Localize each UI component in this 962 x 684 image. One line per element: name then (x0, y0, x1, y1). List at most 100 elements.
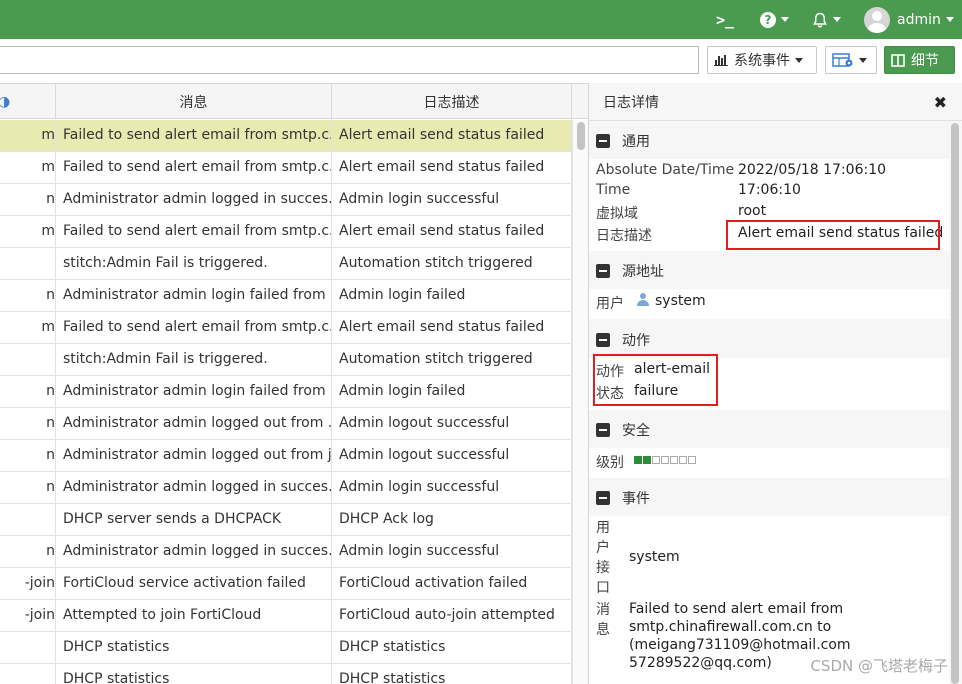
chevron-down-icon (781, 17, 789, 22)
absolute-datetime-value: 2022/05/18 17:06:10 (738, 162, 887, 178)
help-menu-button[interactable]: ? (760, 0, 789, 39)
cell-message: Administrator admin logged out from ... (56, 408, 332, 440)
table-row[interactable]: n Administrator admin login failed from .… (0, 376, 572, 408)
table-row[interactable]: m Failed to send alert email from smtp.c.… (0, 312, 572, 344)
level-box (634, 456, 642, 464)
message-line: smtp.chinafirewall.com.cn to (629, 619, 832, 635)
user-name: admin (897, 11, 941, 28)
cell-message: Failed to send alert email from smtp.c..… (56, 216, 332, 248)
view-options-dropdown[interactable] (825, 46, 877, 74)
event-type-dropdown[interactable]: 系统事件 (707, 46, 817, 74)
table-row[interactable]: -join Attempted to join FortiCloud FortiCl… (0, 600, 572, 632)
search-input[interactable] (0, 46, 699, 74)
cell-source: n (0, 184, 56, 216)
panel-header: 日志详情 ✖ (589, 83, 962, 121)
collapse-icon (596, 423, 610, 437)
table-row[interactable]: n Administrator admin login failed from .… (0, 280, 572, 312)
table-row[interactable]: -join FortiCloud service activation faile… (0, 568, 572, 600)
table-row[interactable]: m Failed to send alert email from smtp.c.… (0, 216, 572, 248)
section-general-header[interactable]: 通用 (589, 123, 949, 159)
table-settings-icon (832, 53, 853, 67)
level-box (679, 456, 687, 464)
message-label: 消 息 (596, 600, 610, 640)
bell-icon (813, 12, 827, 27)
cell-log-description: DHCP Ack log (332, 504, 572, 536)
cli-console-button[interactable]: >_ (716, 0, 734, 39)
cell-log-description: Admin logout successful (332, 440, 572, 472)
table-row[interactable]: m Failed to send alert email from smtp.c.… (0, 120, 572, 152)
table-row[interactable]: stitch:Admin Fail is triggered. Automatio… (0, 248, 572, 280)
table-row[interactable]: n Administrator admin logged out from ...… (0, 408, 572, 440)
cell-message: stitch:Admin Fail is triggered. (56, 344, 332, 376)
panel-icon (891, 53, 905, 67)
sort-icon: ◑ (0, 94, 10, 110)
top-bar: >_ ? admin (0, 0, 962, 39)
cell-source (0, 504, 56, 536)
cell-log-description: Admin login successful (332, 472, 572, 504)
time-value: 17:06:10 (738, 182, 801, 198)
cell-log-description: Alert email send status failed (332, 152, 572, 184)
table-row[interactable]: n Administrator admin logged in succes...… (0, 184, 572, 216)
table-scrollbar[interactable] (572, 120, 588, 684)
table-row[interactable]: n Administrator admin logged out from j..… (0, 440, 572, 472)
level-box (688, 456, 696, 464)
table-row[interactable]: n Administrator admin logged in succes...… (0, 472, 572, 504)
cell-source (0, 664, 56, 684)
close-icon[interactable]: ✖ (934, 93, 947, 112)
cell-log-description: Admin logout successful (332, 408, 572, 440)
cell-message: Failed to send alert email from smtp.c..… (56, 152, 332, 184)
panel-scrollbar[interactable] (949, 123, 961, 684)
user-menu-button[interactable]: admin (864, 0, 954, 39)
cell-source: -join (0, 600, 56, 632)
question-circle-icon: ? (760, 11, 776, 28)
column-header-source[interactable]: ◑ (0, 84, 56, 119)
table-row[interactable]: DHCP statistics DHCP statistics (0, 632, 572, 664)
cell-source: m (0, 216, 56, 248)
vdom-value: root (738, 203, 767, 219)
table-row[interactable]: DHCP server sends a DHCPACK DHCP Ack log (0, 504, 572, 536)
section-event-header[interactable]: 事件 (589, 480, 949, 516)
section-action-header[interactable]: 动作 (589, 322, 949, 358)
collapse-icon (596, 491, 610, 505)
section-security-body: 级别 (589, 448, 949, 478)
column-header-message[interactable]: 消息 (56, 84, 332, 119)
table-body: m Failed to send alert email from smtp.c.… (0, 120, 572, 684)
user-value: system (655, 293, 706, 309)
cell-log-description: DHCP statistics (332, 632, 572, 664)
log-details-panel: 日志详情 ✖ 通用 Absolute Date/Time 2022/05/18 … (588, 83, 962, 684)
notifications-button[interactable] (812, 0, 841, 39)
cell-message: DHCP server sends a DHCPACK (56, 504, 332, 536)
cell-message: Failed to send alert email from smtp.c..… (56, 120, 332, 152)
section-event-title: 事件 (622, 491, 650, 507)
cell-source: -join (0, 568, 56, 600)
cell-log-description: Alert email send status failed (332, 216, 572, 248)
vdom-label: 虚拟域 (596, 206, 638, 222)
bar-chart-icon (714, 55, 728, 66)
cell-source (0, 632, 56, 664)
table-scrollbar-thumb[interactable] (577, 122, 585, 150)
section-source-header[interactable]: 源地址 (589, 253, 949, 289)
cell-message: Failed to send alert email from smtp.c..… (56, 312, 332, 344)
table-row[interactable]: m Failed to send alert email from smtp.c.… (0, 152, 572, 184)
cell-source: m (0, 152, 56, 184)
panel-title: 日志详情 (603, 94, 659, 111)
details-toggle-button[interactable]: 细节 (884, 46, 955, 74)
cell-message: stitch:Admin Fail is triggered. (56, 248, 332, 280)
section-security-header[interactable]: 安全 (589, 412, 949, 448)
table-row[interactable]: n Administrator admin logged in succes...… (0, 536, 572, 568)
cell-log-description: Admin login failed (332, 376, 572, 408)
label-char: 口 (596, 580, 610, 596)
cell-log-description: FortiCloud auto-join attempted (332, 600, 572, 632)
chevron-down-icon (833, 17, 841, 22)
cell-log-description: Admin login failed (332, 280, 572, 312)
cell-source: n (0, 536, 56, 568)
panel-scrollbar-thumb[interactable] (951, 123, 959, 684)
column-header-log-description[interactable]: 日志描述 (332, 84, 572, 119)
level-box (643, 456, 651, 464)
table-row[interactable]: stitch:Admin Fail is triggered. Automatio… (0, 344, 572, 376)
table-row[interactable]: DHCP statistics DHCP statistics (0, 664, 572, 684)
cell-message: Administrator admin logged in succes... (56, 536, 332, 568)
cell-source: m (0, 312, 56, 344)
level-box (652, 456, 660, 464)
cell-log-description: Admin login successful (332, 184, 572, 216)
